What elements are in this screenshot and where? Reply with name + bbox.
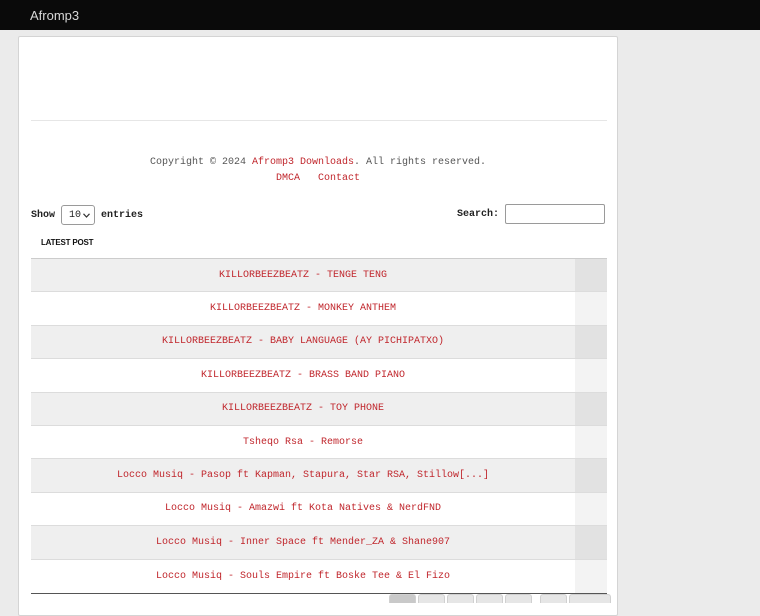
copyright-site-link[interactable]: Afromp3 Downloads [252, 157, 354, 168]
pagination-button[interactable] [447, 594, 474, 603]
entries-select-value: 10 [69, 209, 82, 221]
post-link[interactable]: KILLORBEEZBEATZ - MONKEY ANTHEM [31, 292, 575, 325]
pagination-button[interactable] [418, 594, 445, 603]
copyright-suffix: . All rights reserved. [354, 157, 487, 168]
table-row: Locco Musiq - Amazwi ft Kota Natives & N… [31, 492, 607, 527]
table-row: Tsheqo Rsa - Remorse [31, 425, 607, 460]
posts-table: KILLORBEEZBEATZ - TENGE TENG KILLORBEEZB… [31, 258, 607, 594]
table-row: KILLORBEEZBEATZ - TOY PHONE [31, 392, 607, 426]
column-header-latest-post[interactable]: LATEST POST [41, 238, 94, 247]
row-side-cell [575, 325, 607, 359]
row-side-cell [575, 292, 607, 325]
row-side-cell [575, 526, 607, 559]
row-side-cell [575, 559, 607, 593]
post-link[interactable]: KILLORBEEZBEATZ - TOY PHONE [31, 392, 575, 425]
table-row: KILLORBEEZBEATZ - MONKEY ANTHEM [31, 292, 607, 326]
table-search: Search: [457, 204, 605, 224]
top-navbar: Afromp3 [0, 0, 760, 30]
row-side-cell [575, 492, 607, 526]
table-row: Locco Musiq - Souls Empire ft Boske Tee … [31, 559, 607, 593]
pagination-button[interactable] [476, 594, 503, 603]
row-side-cell [575, 392, 607, 425]
search-input[interactable] [505, 204, 605, 224]
row-side-cell [575, 459, 607, 492]
post-link[interactable]: KILLORBEEZBEATZ - BRASS BAND PIANO [31, 359, 575, 392]
row-side-cell [575, 359, 607, 392]
table-row: KILLORBEEZBEATZ - BRASS BAND PIANO [31, 359, 607, 393]
entries-length-control: Show 10 entries [31, 205, 143, 225]
pagination-button[interactable] [505, 594, 532, 603]
chevron-down-icon [83, 212, 90, 218]
show-label: Show [31, 209, 56, 221]
post-link[interactable]: Tsheqo Rsa - Remorse [31, 425, 575, 459]
copyright-text: Copyright © 2024 Afromp3 Downloads. All … [19, 157, 617, 168]
table-row: KILLORBEEZBEATZ - TENGE TENG [31, 259, 607, 293]
dmca-link[interactable]: DMCA [276, 173, 300, 184]
post-link[interactable]: KILLORBEEZBEATZ - TENGE TENG [31, 259, 575, 292]
post-link[interactable]: Locco Musiq - Inner Space ft Mender_ZA &… [31, 526, 575, 559]
post-link[interactable]: KILLORBEEZBEATZ - BABY LANGUAGE (AY PICH… [31, 325, 575, 359]
pagination-button[interactable] [389, 594, 416, 603]
entries-label: entries [101, 209, 144, 221]
brand-logo[interactable]: Afromp3 [30, 8, 79, 23]
pagination [389, 594, 611, 603]
entries-select[interactable]: 10 [61, 205, 96, 225]
post-link[interactable]: Locco Musiq - Souls Empire ft Boske Tee … [31, 559, 575, 593]
table-row: KILLORBEEZBEATZ - BABY LANGUAGE (AY PICH… [31, 325, 607, 360]
post-link[interactable]: Locco Musiq - Amazwi ft Kota Natives & N… [31, 492, 575, 526]
content-card: Copyright © 2024 Afromp3 Downloads. All … [18, 36, 618, 616]
table-row: Locco Musiq - Pasop ft Kapman, Stapura, … [31, 459, 607, 493]
post-link[interactable]: Locco Musiq - Pasop ft Kapman, Stapura, … [31, 459, 575, 492]
search-label: Search: [456, 208, 499, 220]
row-side-cell [575, 425, 607, 459]
row-side-cell [575, 259, 607, 292]
pagination-button[interactable] [540, 594, 567, 603]
divider [31, 120, 607, 121]
copyright-prefix: Copyright © 2024 [149, 157, 252, 168]
contact-link[interactable]: Contact [318, 173, 360, 184]
pagination-next-button[interactable] [569, 594, 611, 603]
table-row: Locco Musiq - Inner Space ft Mender_ZA &… [31, 526, 607, 560]
footer-links: DMCA Contact [19, 173, 617, 184]
